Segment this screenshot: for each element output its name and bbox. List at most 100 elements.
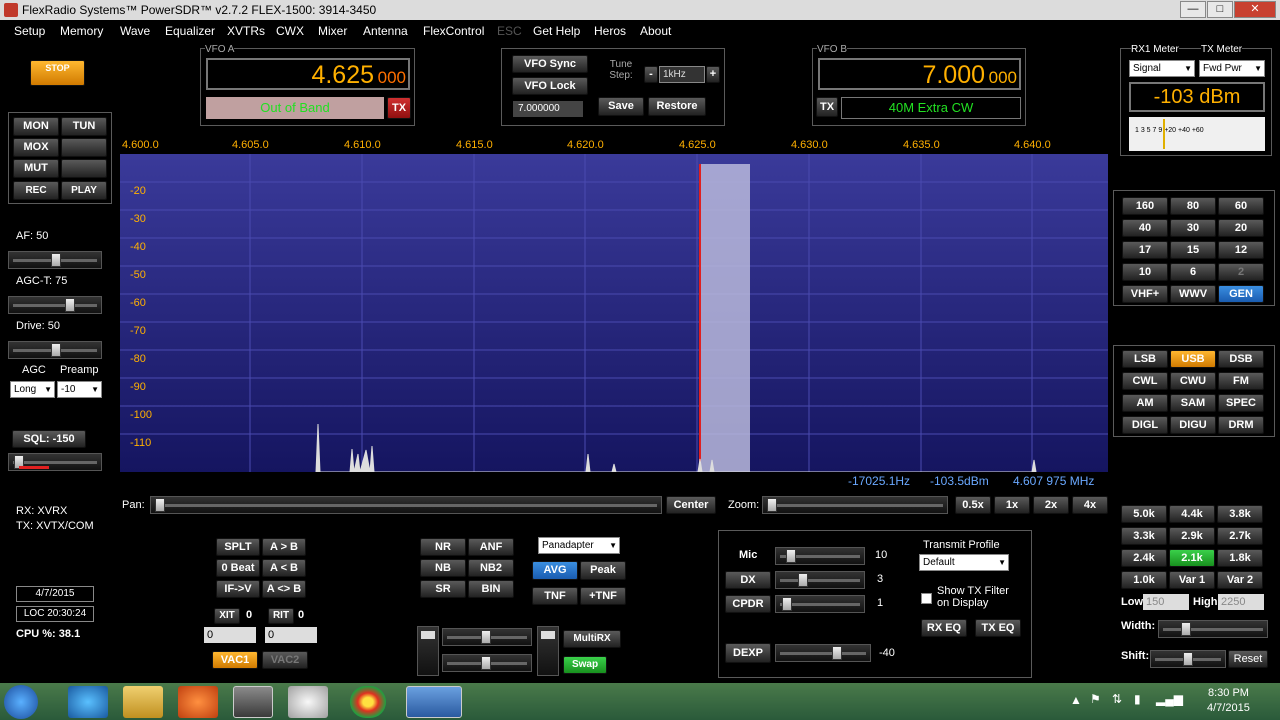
band-gen-button[interactable]: GEN [1218, 285, 1264, 303]
transmit-profile-select[interactable]: Default ▼ [919, 554, 1009, 571]
filter-2-7k-button[interactable]: 2.7k [1217, 527, 1263, 545]
vfo-b-display[interactable]: 7.000 000 [818, 58, 1021, 90]
menu-heros[interactable]: Heros [594, 20, 626, 42]
step-plus-button[interactable]: + [706, 66, 720, 83]
preamp-select[interactable]: -10 ▼ [57, 381, 102, 398]
vfo-sync-button[interactable]: VFO Sync [512, 55, 588, 73]
zoom-2x-button[interactable]: 2x [1033, 496, 1069, 514]
band-80-button[interactable]: 80 [1170, 197, 1216, 215]
rx2-pan-slider[interactable] [442, 654, 532, 672]
center-button[interactable]: Center [666, 496, 716, 514]
panadapter[interactable]: 4.600.0 4.605.0 4.610.0 4.615.0 4.620.0 … [120, 136, 1108, 490]
mode-fm-button[interactable]: FM [1218, 372, 1264, 390]
agc-select[interactable]: Long ▼ [10, 381, 55, 398]
band-6-button[interactable]: 6 [1170, 263, 1216, 281]
mode-usb-button[interactable]: USB [1170, 350, 1216, 368]
file-explorer-icon[interactable] [123, 686, 163, 718]
menu-flexcontrol[interactable]: FlexControl [423, 20, 484, 42]
band-30-button[interactable]: 30 [1170, 219, 1216, 237]
mode-cwl-button[interactable]: CWL [1122, 372, 1168, 390]
drive-slider[interactable] [8, 341, 102, 359]
filter-2-1k-button[interactable]: 2.1k [1169, 549, 1215, 567]
band-60-button[interactable]: 60 [1218, 197, 1264, 215]
band-15-button[interactable]: 15 [1170, 241, 1216, 259]
mode-cwu-button[interactable]: CWU [1170, 372, 1216, 390]
filter-5-0k-button[interactable]: 5.0k [1121, 505, 1167, 523]
reset-button[interactable]: Reset [1228, 650, 1268, 668]
minimize-button[interactable]: — [1180, 1, 1206, 18]
cpdr-slider[interactable] [775, 595, 865, 613]
stop-button[interactable]: STOP [30, 60, 85, 86]
vfo-b-tx-button[interactable]: TX [816, 97, 838, 117]
paint-icon[interactable] [288, 686, 328, 718]
mode-sam-button[interactable]: SAM [1170, 394, 1216, 412]
vfo-a-display[interactable]: 4.625 000 [206, 58, 410, 90]
width-slider[interactable] [1158, 620, 1268, 638]
powersdr-taskbar-icon[interactable] [406, 686, 462, 718]
sql-button[interactable]: SQL: -150 [12, 430, 86, 448]
filter-2-4k-button[interactable]: 2.4k [1121, 549, 1167, 567]
close-button[interactable]: ✕ [1234, 1, 1276, 18]
multirx-button[interactable]: MultiRX [563, 630, 621, 648]
pan-slider[interactable] [150, 496, 662, 514]
xit-input[interactable]: 0 [204, 627, 256, 643]
filter-1-0k-button[interactable]: 1.0k [1121, 571, 1167, 589]
mode-am-button[interactable]: AM [1122, 394, 1168, 412]
tray-arrow-icon[interactable]: ▲ [1070, 693, 1082, 707]
rx1-pan-slider[interactable] [442, 628, 532, 646]
band-2-button[interactable]: 2 [1218, 263, 1264, 281]
mox-button[interactable]: MOX [13, 138, 59, 157]
tx-eq-button[interactable]: TX EQ [975, 619, 1021, 637]
play-button[interactable]: PLAY [61, 181, 107, 200]
filter-3-8k-button[interactable]: 3.8k [1217, 505, 1263, 523]
spectrum-area[interactable]: -20 -30 -40 -50 -60 -70 -80 -90 -100 -11… [120, 154, 1108, 472]
mon-button[interactable]: MON [13, 117, 59, 136]
if-to-v-button[interactable]: IF->V [216, 580, 260, 598]
dx-button[interactable]: DX [725, 571, 771, 589]
menu-get-help[interactable]: Get Help [533, 20, 580, 42]
show-tx-filter-checkbox[interactable] [921, 593, 932, 604]
mode-spec-button[interactable]: SPEC [1218, 394, 1264, 412]
split-button[interactable]: SPLT [216, 538, 260, 556]
band-17-button[interactable]: 17 [1122, 241, 1168, 259]
media-player-icon[interactable] [178, 686, 218, 718]
network-icon[interactable]: ⇅ [1112, 692, 1122, 706]
start-button[interactable] [4, 685, 38, 719]
band-vhf-button[interactable]: VHF+ [1122, 285, 1168, 303]
menu-equalizer[interactable]: Equalizer [165, 20, 215, 42]
battery-icon[interactable]: ▮ [1134, 692, 1141, 706]
rx-eq-button[interactable]: RX EQ [921, 619, 967, 637]
rec-button[interactable]: REC [13, 181, 59, 200]
rit-button[interactable]: RIT [268, 608, 294, 624]
cpdr-button[interactable]: CPDR [725, 595, 771, 613]
vac2-button[interactable]: VAC2 [262, 651, 308, 669]
peak-button[interactable]: Peak [580, 561, 626, 580]
b-to-a-button[interactable]: A < B [262, 559, 306, 577]
shift-slider[interactable] [1150, 650, 1226, 668]
mut-button[interactable]: MUT [13, 159, 59, 178]
rx1-volume-slider[interactable] [417, 626, 439, 676]
blank-button[interactable] [61, 138, 107, 157]
a-to-b-button[interactable]: A > B [262, 538, 306, 556]
filter-2-9k-button[interactable]: 2.9k [1169, 527, 1215, 545]
filter-3-3k-button[interactable]: 3.3k [1121, 527, 1167, 545]
tun-button[interactable]: TUN [61, 117, 107, 136]
menu-cwx[interactable]: CWX [276, 20, 304, 42]
sql-slider[interactable] [8, 453, 102, 471]
low-input[interactable]: 150 [1143, 594, 1189, 610]
menu-antenna[interactable]: Antenna [363, 20, 408, 42]
mic-slider[interactable] [775, 547, 865, 565]
vfo-a-tx-button[interactable]: TX [387, 97, 411, 119]
tnf-button[interactable]: TNF [532, 587, 578, 605]
menu-esc[interactable]: ESC [497, 20, 522, 42]
blank-button-2[interactable] [61, 159, 107, 178]
flag-icon[interactable]: ⚑ [1090, 692, 1101, 706]
rit-input[interactable]: 0 [265, 627, 317, 643]
sr-button[interactable]: SR [420, 580, 466, 598]
mode-drm-button[interactable]: DRM [1218, 416, 1264, 434]
a-swap-b-button[interactable]: A <> B [262, 580, 306, 598]
menu-mixer[interactable]: Mixer [318, 20, 347, 42]
mode-dsb-button[interactable]: DSB [1218, 350, 1264, 368]
filter-4-4k-button[interactable]: 4.4k [1169, 505, 1215, 523]
filter-var1-button[interactable]: Var 1 [1169, 571, 1215, 589]
